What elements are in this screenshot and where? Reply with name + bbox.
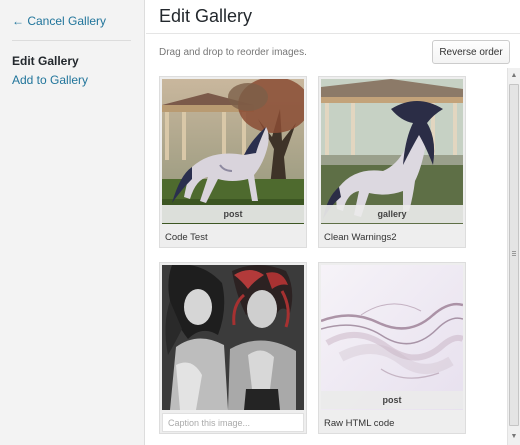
item-caption[interactable]: Clean Warnings2	[324, 232, 397, 243]
scroll-thumb[interactable]	[509, 84, 519, 426]
gallery-item[interactable]: post Raw HTML code	[318, 262, 466, 434]
reorder-instructions: Drag and drop to reorder images.	[159, 47, 307, 58]
scroll-up-arrow-icon[interactable]: ▲	[508, 69, 520, 82]
smoke-swirl-image	[321, 265, 463, 410]
two-women-image	[162, 265, 304, 410]
cancel-gallery-link[interactable]: ← Cancel Gallery	[12, 14, 106, 28]
gallery-item[interactable]: gallery Clean Warnings2	[318, 76, 466, 248]
menu-item-edit-gallery[interactable]: Edit Gallery	[12, 54, 79, 68]
gallery-thumbnail[interactable]	[162, 79, 304, 224]
gallery-thumbnail[interactable]	[321, 79, 463, 224]
sidebar-divider	[12, 40, 131, 41]
scroll-down-arrow-icon[interactable]: ▼	[508, 430, 520, 443]
item-caption[interactable]: Code Test	[165, 232, 208, 243]
scroll-grip-icon	[512, 251, 516, 252]
gallery-thumbnail[interactable]	[321, 265, 463, 410]
reverse-order-button[interactable]: Reverse order	[432, 40, 510, 64]
gallery-thumbnail[interactable]	[162, 265, 304, 410]
vertical-scrollbar[interactable]: ▲ ▼	[507, 68, 520, 445]
gallery-item[interactable]	[159, 262, 307, 434]
carousel-horse-image	[162, 79, 304, 224]
item-type-label: post	[321, 391, 463, 409]
page-title: Edit Gallery	[159, 6, 253, 26]
menu-item-add-to-gallery[interactable]: Add to Gallery	[12, 73, 88, 87]
white-horse-image	[321, 79, 463, 224]
gallery-item[interactable]: post Code Test	[159, 76, 307, 248]
media-sidebar: ← Cancel Gallery Edit Gallery Add to Gal…	[0, 0, 145, 445]
item-caption[interactable]: Raw HTML code	[324, 418, 394, 429]
item-type-label: post	[162, 205, 304, 223]
item-type-label: gallery	[321, 205, 463, 223]
caption-input[interactable]	[162, 413, 304, 432]
header-divider	[146, 33, 520, 34]
